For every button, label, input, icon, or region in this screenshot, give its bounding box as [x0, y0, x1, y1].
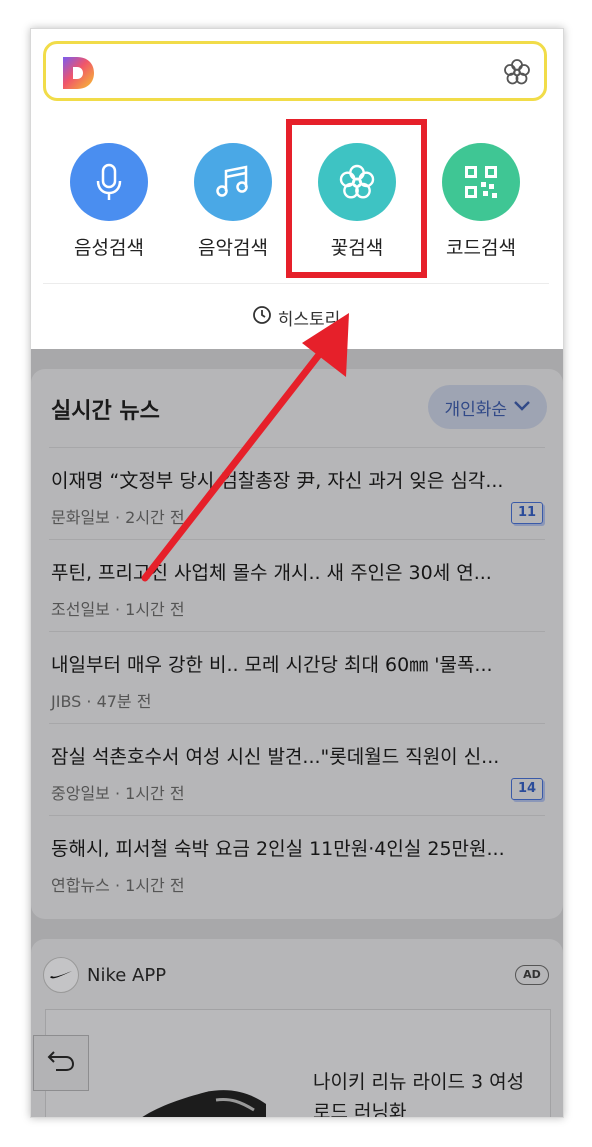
qr-code-icon: [442, 143, 520, 221]
news-source: 문화일보: [51, 508, 110, 527]
news-headline: 이재명 “文정부 당시 검찰총장 尹, 자신 과거 잊은 심각...: [51, 470, 504, 492]
chevron-down-icon: [513, 397, 531, 417]
news-section-title: 실시간 뉴스: [51, 399, 160, 424]
flower-search-highlight-box: [286, 119, 427, 278]
ad-badge: AD: [515, 965, 549, 985]
news-meta: 조선일보 · 1시간 전: [51, 600, 185, 619]
news-item[interactable]: 내일부터 매우 강한 비.. 모레 시간당 최대 60㎜ '물폭... JIBS …: [49, 631, 545, 724]
ad-card[interactable]: Nike APP AD 나이키 리뉴 라이드 3 여성 로드 러닝화: [31, 939, 563, 1118]
history-label: 히스토리: [277, 309, 341, 330]
music-note-icon: [194, 143, 272, 221]
news-source: 연합뉴스: [51, 876, 110, 895]
app-frame: 실시간 뉴스 개인화순 이재명 “文정부 당시 검찰총장 尹, 자신 과거 잊은…: [30, 28, 564, 1118]
code-search-button[interactable]: 코드검색: [421, 115, 541, 260]
music-search-button[interactable]: 음악검색: [173, 115, 293, 260]
voice-search-button[interactable]: 음성검색: [49, 115, 169, 260]
code-search-label: 코드검색: [446, 237, 516, 259]
comment-count-badge[interactable]: 14: [511, 778, 543, 800]
news-time: 47분 전: [96, 692, 152, 711]
news-meta: 연합뉴스 · 1시간 전: [51, 876, 185, 895]
news-time: 1시간 전: [125, 876, 185, 895]
sort-filter-button[interactable]: 개인화순: [428, 385, 547, 429]
history-button[interactable]: 히스토리: [43, 283, 549, 350]
news-time: 2시간 전: [125, 508, 185, 527]
realtime-news-card: 실시간 뉴스 개인화순 이재명 “文정부 당시 검찰총장 尹, 자신 과거 잊은…: [31, 369, 563, 919]
ad-product-text: 나이키 리뉴 라이드 3 여성 로드 러닝화: [313, 1071, 525, 1118]
voice-search-label: 음성검색: [74, 237, 144, 259]
comment-count-badge[interactable]: 11: [511, 502, 543, 524]
dimmed-feed: 실시간 뉴스 개인화순 이재명 “文정부 당시 검찰총장 尹, 자신 과거 잊은…: [31, 349, 563, 1117]
news-meta: 중앙일보 · 1시간 전: [51, 784, 185, 803]
news-headline: 동해시, 피서철 숙박 요금 2인실 11만원·4인실 25만원...: [51, 838, 505, 860]
news-headline: 내일부터 매우 강한 비.. 모레 시간당 최대 60㎜ '물폭...: [51, 654, 493, 676]
back-arrow-icon: [46, 1048, 76, 1078]
search-bar[interactable]: [43, 41, 547, 101]
news-headline: 잠실 석촌호수서 여성 시신 발견..."롯데월드 직원이 신...: [51, 746, 500, 768]
daum-logo-icon: [60, 55, 96, 95]
shoe-image: [116, 1070, 276, 1117]
news-item[interactable]: 잠실 석촌호수서 여성 시신 발견..."롯데월드 직원이 신... 중앙일보 ·…: [49, 723, 545, 816]
music-search-label: 음악검색: [198, 237, 268, 259]
back-button[interactable]: [33, 1035, 89, 1091]
news-source: 조선일보: [51, 600, 110, 619]
news-time: 1시간 전: [125, 600, 185, 619]
flower-search-shortcut-icon[interactable]: [502, 57, 532, 87]
clock-icon: [252, 305, 272, 330]
nike-logo-icon: [43, 957, 79, 993]
sort-filter-label: 개인화순: [444, 399, 507, 420]
news-item[interactable]: 푸틴, 프리고진 사업체 몰수 개시.. 새 주인은 30세 연... 조선일보 …: [49, 539, 545, 632]
news-item[interactable]: 이재명 “文정부 당시 검찰총장 尹, 자신 과거 잊은 심각... 문화일보 ·…: [49, 447, 545, 540]
news-time: 1시간 전: [125, 784, 185, 803]
news-meta: JIBS · 47분 전: [51, 692, 152, 711]
news-source: 중앙일보: [51, 784, 110, 803]
advertiser-name: Nike APP: [87, 965, 167, 986]
news-item[interactable]: 동해시, 피서철 숙박 요금 2인실 11만원·4인실 25만원... 연합뉴스 …: [49, 815, 545, 908]
news-meta: 문화일보 · 2시간 전: [51, 508, 185, 527]
news-source: JIBS: [51, 692, 82, 711]
microphone-icon: [70, 143, 148, 221]
news-headline: 푸틴, 프리고진 사업체 몰수 개시.. 새 주인은 30세 연...: [51, 562, 492, 584]
